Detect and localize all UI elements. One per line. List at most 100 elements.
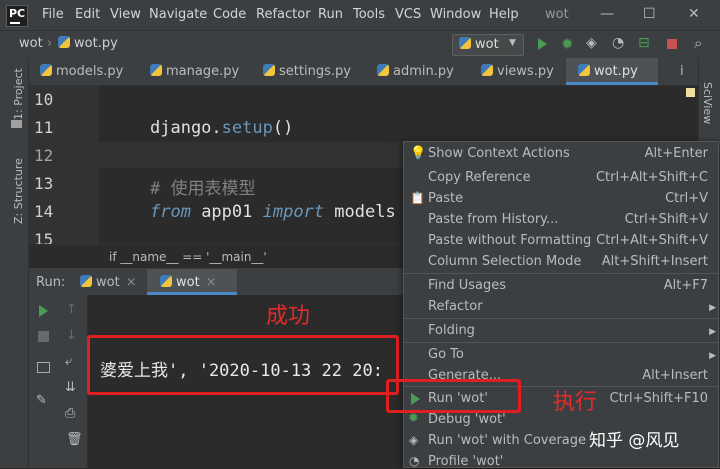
menu-refactor[interactable]: Refactor — [256, 7, 311, 22]
breadcrumb-file[interactable]: wot.py — [58, 36, 118, 51]
menu-edit[interactable]: Edit — [75, 7, 100, 22]
menu-navigate[interactable]: Navigate — [149, 7, 207, 22]
tab-settings[interactable]: settings.py — [263, 64, 351, 79]
code-line-13-comment: # 使用表模型 — [150, 179, 256, 199]
menu-item-column-selection-mode[interactable]: Column Selection Mode — [428, 254, 581, 269]
folder-icon — [11, 120, 22, 128]
minimize-icon[interactable]: — — [600, 6, 614, 22]
success-annotation: 成功 — [266, 304, 311, 329]
trash-icon[interactable]: 🗑 — [66, 432, 83, 447]
line-number: 11 — [34, 118, 54, 137]
shortcut: Ctrl+Alt+Shift+C — [595, 170, 708, 185]
stop-process-icon[interactable] — [38, 331, 49, 342]
debug-icon[interactable]: ✹ — [561, 35, 574, 53]
coverage-icon: ◈ — [409, 433, 419, 447]
menu-item-debug-wot[interactable]: Debug 'wot' — [428, 412, 506, 427]
code-line-14: from app01 import models — [150, 202, 396, 222]
profile-icon[interactable]: ◔ — [612, 35, 624, 51]
menu-item-profile-wot[interactable]: Profile 'wot' — [428, 454, 503, 469]
line-number: 10 — [34, 90, 54, 109]
menu-item-find-usages[interactable]: Find Usages — [428, 278, 506, 293]
menu-window[interactable]: Window — [430, 7, 481, 22]
sciview-tool-button[interactable]: SciView — [701, 82, 714, 124]
python-file-icon — [377, 64, 389, 76]
code-line-11: django.setup() — [150, 118, 294, 138]
code-breadcrumb[interactable]: if __name__ == '__main__' — [109, 250, 267, 264]
shortcut: Alt+F7 — [663, 278, 708, 293]
menu-run[interactable]: Run — [318, 7, 343, 22]
shortcut: Ctrl+Shift+F10 — [609, 391, 708, 406]
arrow-up-icon[interactable]: ↑ — [66, 302, 77, 317]
run-tab-label: wot — [176, 275, 200, 290]
window-title: wot — [545, 7, 569, 22]
menu-item-refactor[interactable]: Refactor — [428, 299, 483, 314]
python-icon — [459, 37, 471, 49]
line-number: 12 — [34, 146, 54, 165]
run-tab-label: wot — [96, 275, 120, 290]
tab-views[interactable]: views.py — [481, 64, 554, 79]
pycharm-logo-icon: PC — [6, 5, 28, 27]
tab-label: admin.py — [393, 64, 454, 79]
profile-icon: ◔ — [409, 454, 420, 468]
shortcut: Ctrl+V — [665, 191, 708, 206]
python-file-icon — [58, 36, 70, 48]
soft-wrap-icon[interactable]: ⤶ — [65, 354, 72, 369]
breadcrumb-file-label: wot.py — [74, 36, 118, 51]
build-icon[interactable]: ⊟ — [638, 35, 650, 51]
close-icon[interactable]: ✕ — [688, 6, 700, 22]
maximize-icon[interactable]: ☐ — [643, 6, 656, 22]
shortcut: Ctrl+Alt+Shift+V — [596, 233, 708, 248]
menu-item-paste-history[interactable]: Paste from History... — [428, 212, 558, 227]
run-tab-wot-1[interactable]: wot × — [80, 275, 137, 290]
arrow-down-icon[interactable]: ↓ — [66, 328, 77, 343]
breadcrumb-project[interactable]: wot — [19, 36, 43, 51]
menu-tools[interactable]: Tools — [353, 7, 385, 22]
run-tab-wot-2[interactable]: wot × — [160, 275, 217, 290]
submenu-arrow-icon: ▶ — [709, 351, 716, 361]
stop-icon[interactable] — [667, 39, 677, 49]
shortcut: Alt+Enter — [644, 146, 708, 161]
close-tab-icon[interactable]: × — [206, 275, 217, 290]
structure-tool-button[interactable]: Z: Structure — [12, 158, 25, 224]
search-icon[interactable]: ⌕ — [694, 34, 702, 52]
menu-item-go-to[interactable]: Go To — [428, 347, 464, 362]
menu-separator — [404, 342, 718, 343]
python-file-icon — [481, 64, 493, 76]
tab-models[interactable]: models.py — [40, 64, 123, 79]
shortcut: Ctrl+Shift+V — [624, 212, 708, 227]
run-config-label: wot — [475, 37, 499, 52]
python-file-icon — [263, 64, 275, 76]
tab-label: wot.py — [594, 64, 638, 79]
line-number: 14 — [34, 202, 54, 221]
menu-item-copy-reference[interactable]: Copy Reference — [428, 170, 531, 185]
menu-item-paste[interactable]: Paste — [428, 191, 463, 206]
scroll-to-end-icon[interactable]: ⇊ — [65, 380, 76, 395]
python-file-icon — [150, 64, 162, 76]
debug-icon: ✹ — [408, 411, 419, 426]
menu-file[interactable]: File — [42, 7, 64, 22]
menu-help[interactable]: Help — [489, 7, 519, 22]
tab-wot[interactable]: wot.py — [578, 64, 638, 79]
pin-icon[interactable]: ✎ — [36, 393, 47, 408]
run-icon[interactable] — [538, 38, 547, 50]
rerun-icon[interactable] — [39, 305, 48, 317]
menu-item-run-coverage[interactable]: Run 'wot' with Coverage — [428, 433, 586, 448]
paste-icon: 📋 — [410, 191, 425, 205]
close-tab-icon[interactable]: × — [126, 275, 137, 290]
tab-admin[interactable]: admin.py — [377, 64, 454, 79]
layout-icon[interactable] — [37, 362, 50, 373]
coverage-icon[interactable]: ◈ — [586, 35, 597, 51]
menu-item-show-context-actions[interactable]: Show Context Actions — [428, 146, 570, 161]
menu-item-folding[interactable]: Folding — [428, 323, 475, 338]
chevron-right-icon: › — [47, 36, 53, 51]
lightbulb-icon: 💡 — [410, 146, 427, 161]
tab-manage[interactable]: manage.py — [150, 64, 239, 79]
tabs-overflow-button[interactable]: i — [680, 64, 684, 79]
print-icon[interactable]: ⎙ — [65, 406, 75, 421]
menu-view[interactable]: View — [110, 7, 141, 22]
menu-code[interactable]: Code — [213, 7, 246, 22]
menu-separator — [404, 273, 718, 274]
menu-item-paste-without-formatting[interactable]: Paste without Formatting — [428, 233, 591, 248]
menu-vcs[interactable]: VCS — [395, 7, 421, 22]
project-tool-button[interactable]: 1: Project — [12, 68, 25, 120]
